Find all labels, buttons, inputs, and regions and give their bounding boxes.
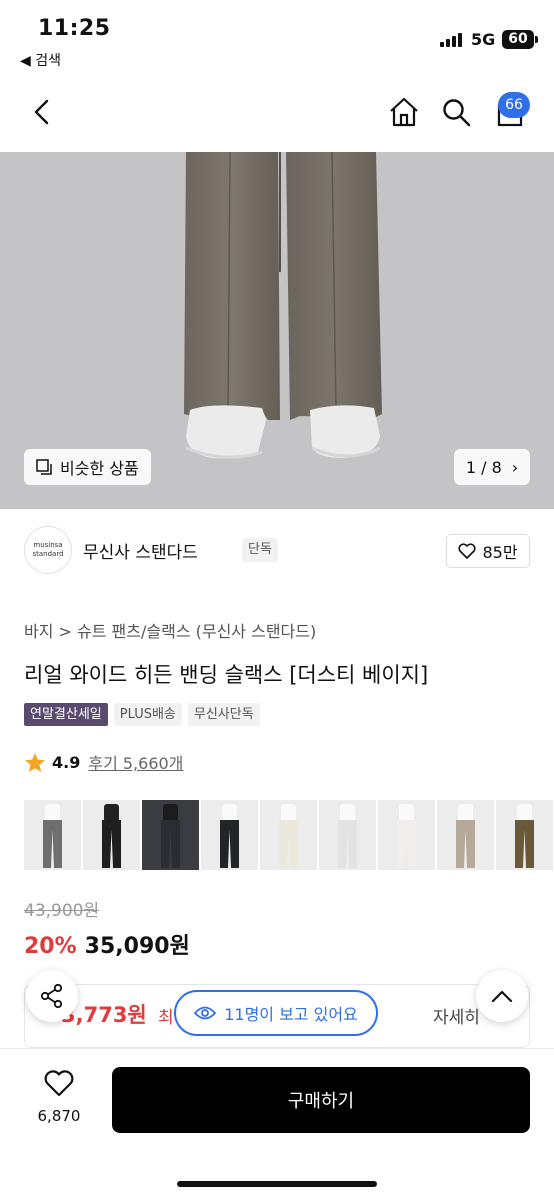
back-icon — [34, 99, 49, 125]
color-option-swatch — [161, 820, 180, 868]
brand-like-count: 85만 — [482, 543, 518, 562]
original-price: 43,900원 — [24, 901, 100, 921]
color-option[interactable] — [260, 800, 317, 870]
brand-logo[interactable]: musinsa standard — [24, 526, 72, 574]
live-viewers-label: 11명이 보고 있어요 — [224, 1005, 358, 1024]
rating-row: 4.9 후기 5,660개 — [24, 750, 183, 774]
color-option[interactable] — [201, 800, 258, 870]
live-viewers-pill: 11명이 보고 있어요 — [174, 990, 378, 1036]
brand-exclusive-tag: 단독 — [242, 538, 278, 562]
similar-products-icon — [36, 459, 52, 475]
wishlist-count: 6,870 — [37, 1107, 81, 1125]
color-option[interactable] — [378, 800, 435, 870]
heart-icon — [44, 1070, 74, 1097]
color-option[interactable] — [83, 800, 140, 870]
brand-row: musinsa standard 무신사 스탠다드 단독 85만 — [24, 526, 530, 574]
color-option-swatch — [456, 820, 475, 868]
color-option-swatch — [279, 820, 298, 868]
sale-price-row: 20% 35,090원 — [24, 928, 190, 960]
cart-count-badge: 66 — [498, 92, 530, 118]
color-option[interactable] — [24, 800, 81, 870]
color-option[interactable] — [142, 800, 199, 870]
share-icon — [40, 983, 63, 1009]
brand-logo-line2: standard — [32, 550, 64, 558]
home-icon — [390, 97, 418, 127]
top-nav — [0, 74, 554, 152]
status-time: 11:25 — [38, 16, 111, 41]
network-label: 5G — [471, 30, 496, 49]
home-indicator — [177, 1181, 377, 1187]
product-badges: 연말결산세일 PLUS배송 무신사단독 — [24, 703, 260, 726]
back-button[interactable] — [24, 94, 60, 130]
color-option-swatch — [220, 820, 239, 868]
color-option-swatch — [338, 820, 357, 868]
heart-icon — [458, 543, 476, 559]
color-option[interactable] — [319, 800, 376, 870]
color-option-swatch — [102, 820, 121, 868]
badge-plus-delivery: PLUS배송 — [113, 703, 182, 726]
status-bar: 11:25 ◀ 검색 5G 60 — [0, 0, 554, 74]
badge-sale: 연말결산세일 — [24, 703, 108, 726]
sale-price: 35,090원 — [84, 934, 190, 959]
rating-score: 4.9 — [52, 752, 81, 772]
search-icon — [443, 99, 471, 127]
product-title: 리얼 와이드 히든 밴딩 슬랙스 [더스티 베이지] — [24, 663, 429, 687]
benefit-detail-link[interactable]: 자세히 — [433, 1003, 480, 1028]
color-option-swatch — [397, 820, 416, 868]
buy-button[interactable]: 구매하기 — [112, 1067, 530, 1133]
back-to-app-link[interactable]: ◀ 검색 — [20, 50, 61, 70]
similar-products-button[interactable]: 비슷한 상품 — [24, 449, 151, 485]
image-pager-label: 1 / 8 — [465, 457, 502, 477]
share-button[interactable] — [26, 970, 78, 1022]
discount-rate: 20% — [24, 934, 77, 959]
battery-icon: 60 — [502, 30, 534, 49]
brand-logo-line1: musinsa — [33, 541, 63, 549]
star-icon — [25, 752, 45, 772]
color-option[interactable] — [496, 800, 553, 870]
reviews-link[interactable]: 후기 5,660개 — [88, 750, 183, 774]
similar-products-label: 비슷한 상품 — [60, 459, 139, 478]
breadcrumb[interactable]: 바지 > 슈트 팬츠/슬랙스 (무신사 스탠다드) — [24, 618, 316, 642]
brand-like-button[interactable]: 85만 — [446, 534, 530, 568]
chevron-up-icon — [491, 990, 513, 1003]
badge-exclusive: 무신사단독 — [187, 703, 260, 726]
search-button[interactable] — [438, 94, 474, 130]
brand-name[interactable]: 무신사 스탠다드 — [83, 538, 198, 563]
image-pager[interactable]: 1 / 8 › — [454, 449, 530, 485]
color-option-swatch — [515, 820, 534, 868]
color-option[interactable] — [437, 800, 494, 870]
chevron-right-icon: › — [511, 457, 519, 477]
color-option-swatch — [43, 820, 62, 868]
scroll-top-button[interactable] — [476, 970, 528, 1022]
color-options — [24, 800, 554, 870]
max-benefit-label: 최 — [158, 1008, 174, 1028]
home-button[interactable] — [386, 94, 422, 130]
wishlist-button[interactable]: 6,870 — [30, 1070, 88, 1125]
eye-icon — [194, 1006, 217, 1020]
signal-icon — [440, 33, 462, 47]
battery-nub — [535, 36, 538, 43]
